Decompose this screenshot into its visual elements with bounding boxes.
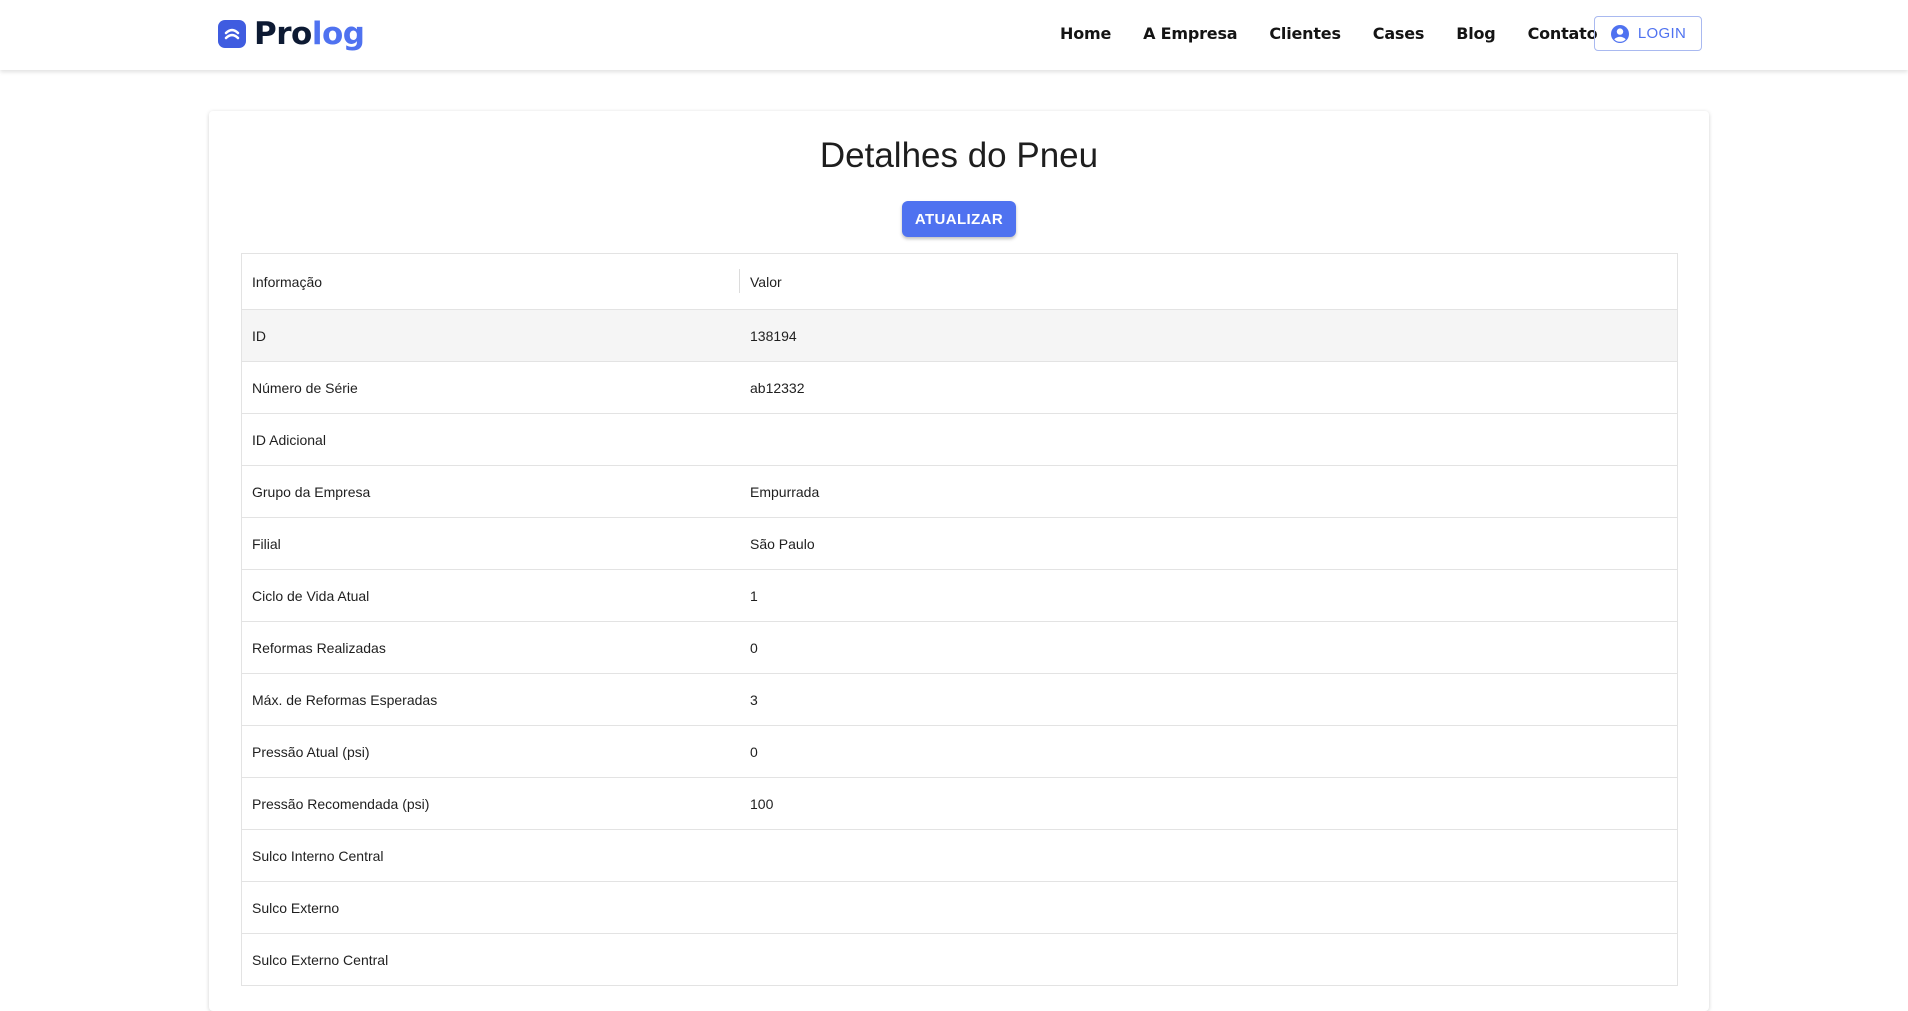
row-value: São Paulo xyxy=(740,517,1677,570)
row-value: 0 xyxy=(740,621,1677,674)
account-circle-icon xyxy=(1610,24,1630,44)
login-button[interactable]: LOGIN xyxy=(1594,16,1702,51)
row-value xyxy=(740,413,1677,466)
row-label: Filial xyxy=(242,517,740,570)
row-label: Grupo da Empresa xyxy=(242,465,740,518)
update-button[interactable]: ATUALIZAR xyxy=(902,201,1016,237)
nav-link-home[interactable]: Home xyxy=(1060,24,1111,43)
row-value xyxy=(740,829,1677,882)
row-label: Sulco Interno Central xyxy=(242,829,740,882)
table-row[interactable]: Máx. de Reformas Esperadas 3 xyxy=(242,673,1677,726)
table-row[interactable]: Pressão Recomendada (psi) 100 xyxy=(242,777,1677,830)
row-label: Máx. de Reformas Esperadas xyxy=(242,673,740,726)
row-value xyxy=(740,881,1677,934)
row-label: Reformas Realizadas xyxy=(242,621,740,674)
prolog-logo-icon xyxy=(218,20,246,48)
table-row[interactable]: Sulco Externo Central xyxy=(242,933,1677,986)
row-label: Pressão Recomendada (psi) xyxy=(242,777,740,830)
nav-link-cases[interactable]: Cases xyxy=(1373,24,1425,43)
table-row[interactable]: Reformas Realizadas 0 xyxy=(242,621,1677,674)
column-header-informacao[interactable]: Informação xyxy=(242,254,740,310)
login-label: LOGIN xyxy=(1637,25,1687,42)
row-value: 0 xyxy=(740,725,1677,778)
column-header-valor[interactable]: Valor xyxy=(740,254,1677,310)
tire-details-card: Detalhes do Pneu ATUALIZAR Informação Va… xyxy=(209,111,1709,1011)
table-row[interactable]: Sulco Interno Central xyxy=(242,829,1677,882)
table-row[interactable]: ID Adicional xyxy=(242,413,1677,466)
row-value: Empurrada xyxy=(740,465,1677,518)
logo-text-log: log xyxy=(311,15,365,52)
top-navbar: Prolog Home A Empresa Clientes Cases Blo… xyxy=(0,0,1908,70)
nav-link-blog[interactable]: Blog xyxy=(1456,24,1496,43)
row-value: 100 xyxy=(740,777,1677,830)
table-row[interactable]: Ciclo de Vida Atual 1 xyxy=(242,569,1677,622)
row-value: 3 xyxy=(740,673,1677,726)
table-row[interactable]: Pressão Atual (psi) 0 xyxy=(242,725,1677,778)
main-nav: Home A Empresa Clientes Cases Blog Conta… xyxy=(1060,0,1629,66)
row-value: 1 xyxy=(740,569,1677,622)
nav-link-clientes[interactable]: Clientes xyxy=(1269,24,1341,43)
details-table: Informação Valor ID 138194 Número de Sér… xyxy=(241,253,1678,986)
row-label: Sulco Externo xyxy=(242,881,740,934)
row-label: Pressão Atual (psi) xyxy=(242,725,740,778)
nav-link-a-empresa[interactable]: A Empresa xyxy=(1143,24,1237,43)
row-value: ab12332 xyxy=(740,361,1677,414)
table-row[interactable]: ID 138194 xyxy=(242,309,1677,362)
table-row[interactable]: Sulco Externo xyxy=(242,881,1677,934)
nav-link-contato[interactable]: Contato xyxy=(1528,24,1598,43)
row-label: Sulco Externo Central xyxy=(242,933,740,986)
row-label: ID Adicional xyxy=(242,413,740,466)
row-label: Ciclo de Vida Atual xyxy=(242,569,740,622)
logo-text: Prolog xyxy=(254,15,365,52)
row-value xyxy=(740,933,1677,986)
row-value: 138194 xyxy=(740,309,1677,362)
page-title: Detalhes do Pneu xyxy=(819,136,1099,175)
row-label: Número de Série xyxy=(242,361,740,414)
table-row[interactable]: Grupo da Empresa Empurrada xyxy=(242,465,1677,518)
logo[interactable]: Prolog xyxy=(218,15,365,53)
table-row[interactable]: Filial São Paulo xyxy=(242,517,1677,570)
row-label: ID xyxy=(242,309,740,362)
logo-text-pro: Pro xyxy=(254,15,312,52)
table-row[interactable]: Número de Série ab12332 xyxy=(242,361,1677,414)
table-header-row: Informação Valor xyxy=(242,254,1677,310)
